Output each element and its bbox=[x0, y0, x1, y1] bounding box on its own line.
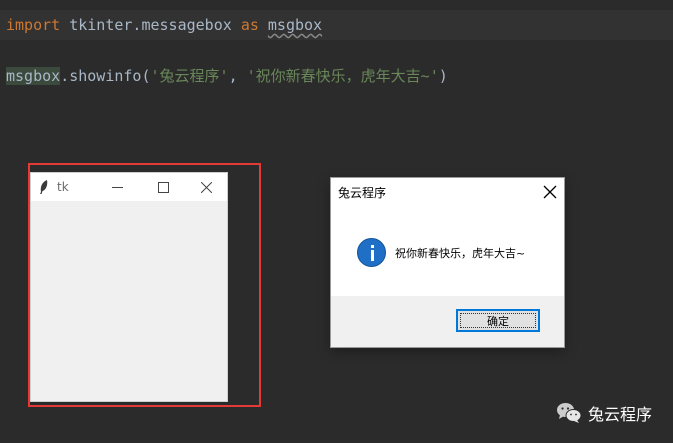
feather-icon bbox=[40, 180, 48, 194]
close-icon bbox=[200, 181, 212, 193]
wechat-icon bbox=[557, 403, 582, 423]
focus-rect bbox=[460, 313, 536, 328]
import-keyword: import bbox=[6, 16, 61, 34]
info-dialog[interactable]: 兔云程序 祝你新春快乐，虎年大吉~ 确定 bbox=[331, 178, 564, 347]
argument-separator: , bbox=[228, 67, 247, 85]
watermark-text: 兔云程序 bbox=[588, 405, 653, 424]
title-argument: '兔云程序' bbox=[150, 67, 229, 85]
maximize-icon bbox=[157, 181, 169, 193]
closing-paren: ) bbox=[438, 67, 448, 85]
code-line-2[interactable]: msgbox.showinfo('兔云程序', '祝你新春快乐，虎年大吉~') bbox=[6, 65, 448, 86]
dialog-message: 祝你新春快乐，虎年大吉~ bbox=[395, 247, 526, 260]
tk-root-window[interactable]: tk bbox=[31, 173, 227, 401]
method-call: .showinfo( bbox=[60, 67, 151, 85]
close-icon[interactable] bbox=[542, 184, 558, 200]
tk-window-title: tk bbox=[57, 180, 69, 194]
ok-button[interactable]: 确定 bbox=[456, 309, 540, 332]
alias-name: msgbox bbox=[267, 16, 323, 34]
close-button[interactable] bbox=[186, 173, 226, 201]
watermark: 兔云程序 bbox=[556, 401, 652, 425]
message-argument: '祝你新春快乐，虎年大吉~' bbox=[246, 67, 439, 85]
minimize-button[interactable] bbox=[97, 173, 137, 201]
object-name: msgbox bbox=[6, 67, 61, 85]
maximize-button[interactable] bbox=[143, 173, 183, 201]
tk-title-bar[interactable]: tk bbox=[31, 173, 227, 201]
dialog-title: 兔云程序 bbox=[338, 186, 387, 200]
as-keyword: as bbox=[240, 16, 259, 34]
info-icon bbox=[357, 238, 386, 267]
code-line-1[interactable]: import tkinter.messagebox as msgbox bbox=[6, 16, 322, 34]
dialog-footer: 确定 bbox=[331, 296, 564, 347]
minimize-icon bbox=[111, 186, 123, 188]
module-name: tkinter.messagebox bbox=[69, 16, 232, 34]
